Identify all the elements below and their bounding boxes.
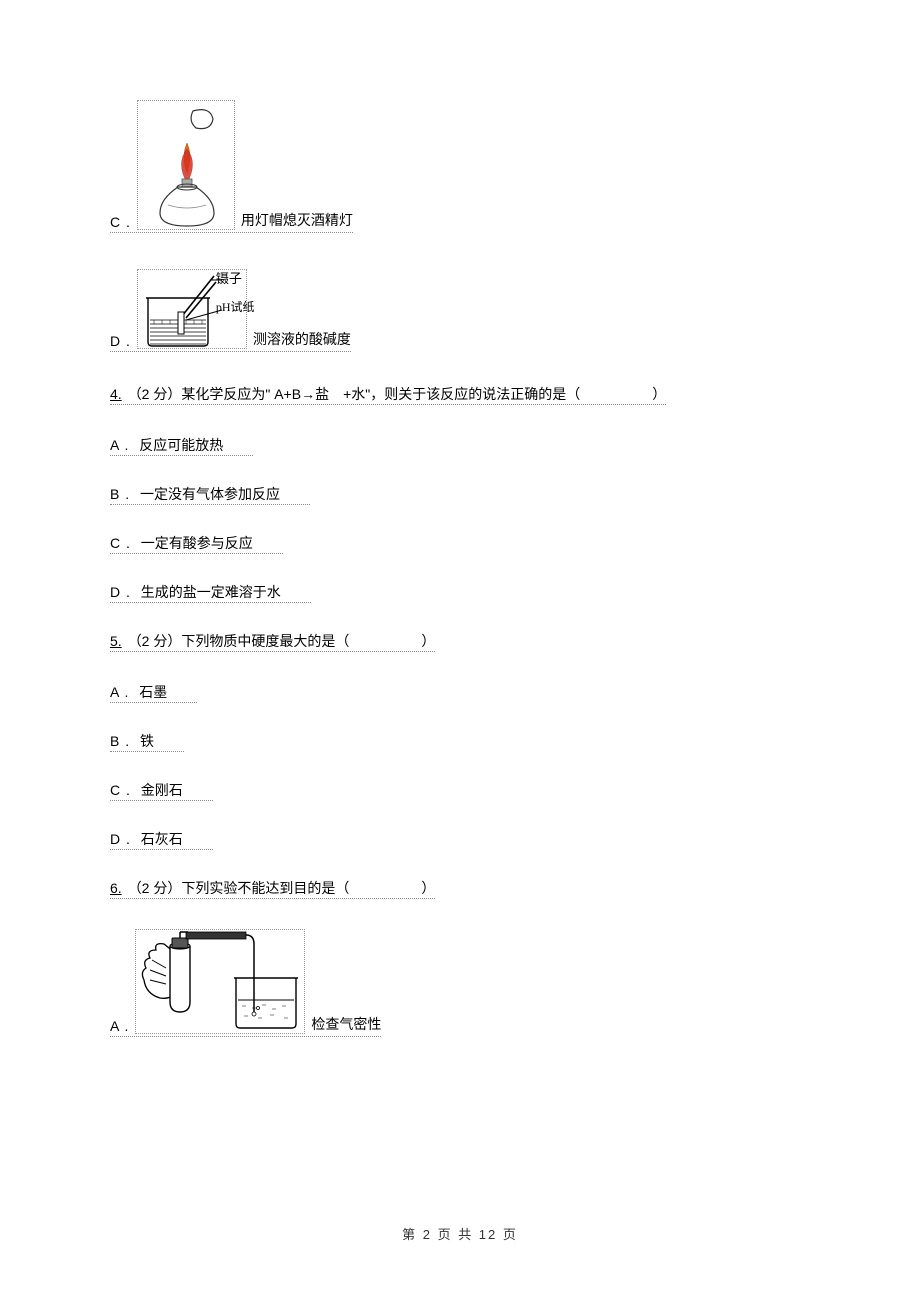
q4-option-b: B . 一定没有气体参加反应 bbox=[110, 484, 310, 505]
option-text: 金刚石 bbox=[141, 782, 183, 798]
tweezers-label: 镊子 bbox=[216, 268, 242, 287]
ph-strip-label: pH试纸 bbox=[216, 298, 255, 315]
option-text: 反应可能放热 bbox=[139, 437, 223, 453]
question-stem: （2 分）下列物质中硬度最大的是（ ） bbox=[128, 631, 436, 651]
option-letter: C . bbox=[110, 214, 131, 230]
option-text: 一定没有气体参加反应 bbox=[140, 486, 280, 502]
stem-close: ） bbox=[421, 633, 435, 649]
option-letter: B . bbox=[110, 733, 130, 749]
question-stem: （2 分）某化学反应为" A+B→盐 +水"，则关于该反应的说法正确的是（ ） bbox=[128, 384, 667, 404]
option-letter: D . bbox=[110, 831, 131, 847]
q6-option-a: A . bbox=[110, 929, 381, 1037]
stem-close: ） bbox=[421, 880, 435, 896]
question-stem: （2 分）下列实验不能达到目的是（ ） bbox=[128, 878, 436, 898]
option-letter: B . bbox=[110, 486, 130, 502]
question-number: 6. bbox=[110, 880, 122, 896]
option-text: 用灯帽熄灭酒精灯 bbox=[241, 210, 353, 230]
q4-option-d: D . 生成的盐一定难溶于水 bbox=[110, 582, 311, 603]
page-footer: 第 2 页 共 12 页 bbox=[0, 1224, 920, 1243]
stem-close: ） bbox=[652, 386, 666, 402]
question-6: 6. （2 分）下列实验不能达到目的是（ ） bbox=[110, 878, 435, 899]
alcohol-lamp-image bbox=[137, 100, 235, 230]
question-5: 5. （2 分）下列物质中硬度最大的是（ ） bbox=[110, 631, 435, 652]
question-number: 4. bbox=[110, 386, 122, 402]
stem-text: （2 分）下列实验不能达到目的是（ bbox=[128, 880, 350, 896]
q5-option-b: B . 铁 bbox=[110, 731, 184, 752]
q5-option-d: D . 石灰石 bbox=[110, 829, 213, 850]
option-letter: C . bbox=[110, 782, 131, 798]
option-letter: A . bbox=[110, 1018, 129, 1034]
question-4: 4. （2 分）某化学反应为" A+B→盐 +水"，则关于该反应的说法正确的是（… bbox=[110, 384, 666, 405]
option-text: 一定有酸参与反应 bbox=[141, 535, 253, 551]
option-letter: D . bbox=[110, 584, 131, 600]
ph-test-image: 镊子 pH试纸 bbox=[137, 269, 247, 349]
q4-option-a: A . 反应可能放热 bbox=[110, 435, 253, 456]
airtightness-image bbox=[135, 929, 305, 1034]
option-text: 铁 bbox=[140, 733, 154, 749]
option-text: 检查气密性 bbox=[311, 1014, 381, 1034]
question-number: 5. bbox=[110, 633, 122, 649]
option-letter: A . bbox=[110, 437, 129, 453]
option-letter: D . bbox=[110, 333, 131, 349]
option-text: 测溶液的酸碱度 bbox=[253, 329, 351, 349]
q3-option-c: C . 用灯帽熄灭酒精灯 bbox=[110, 100, 353, 233]
option-letter: C . bbox=[110, 535, 131, 551]
q5-option-a: A . 石墨 bbox=[110, 682, 197, 703]
stem-text: （2 分）下列物质中硬度最大的是（ bbox=[128, 633, 350, 649]
option-letter: A . bbox=[110, 684, 129, 700]
q5-option-c: C . 金刚石 bbox=[110, 780, 213, 801]
stem-text: （2 分）某化学反应为" A+B→盐 +水"，则关于该反应的说法正确的是（ bbox=[128, 386, 581, 402]
q3-option-d: D . bbox=[110, 269, 351, 352]
q4-option-c: C . 一定有酸参与反应 bbox=[110, 533, 283, 554]
option-text: 生成的盐一定难溶于水 bbox=[141, 584, 281, 600]
option-text: 石墨 bbox=[139, 684, 167, 700]
option-text: 石灰石 bbox=[141, 831, 183, 847]
